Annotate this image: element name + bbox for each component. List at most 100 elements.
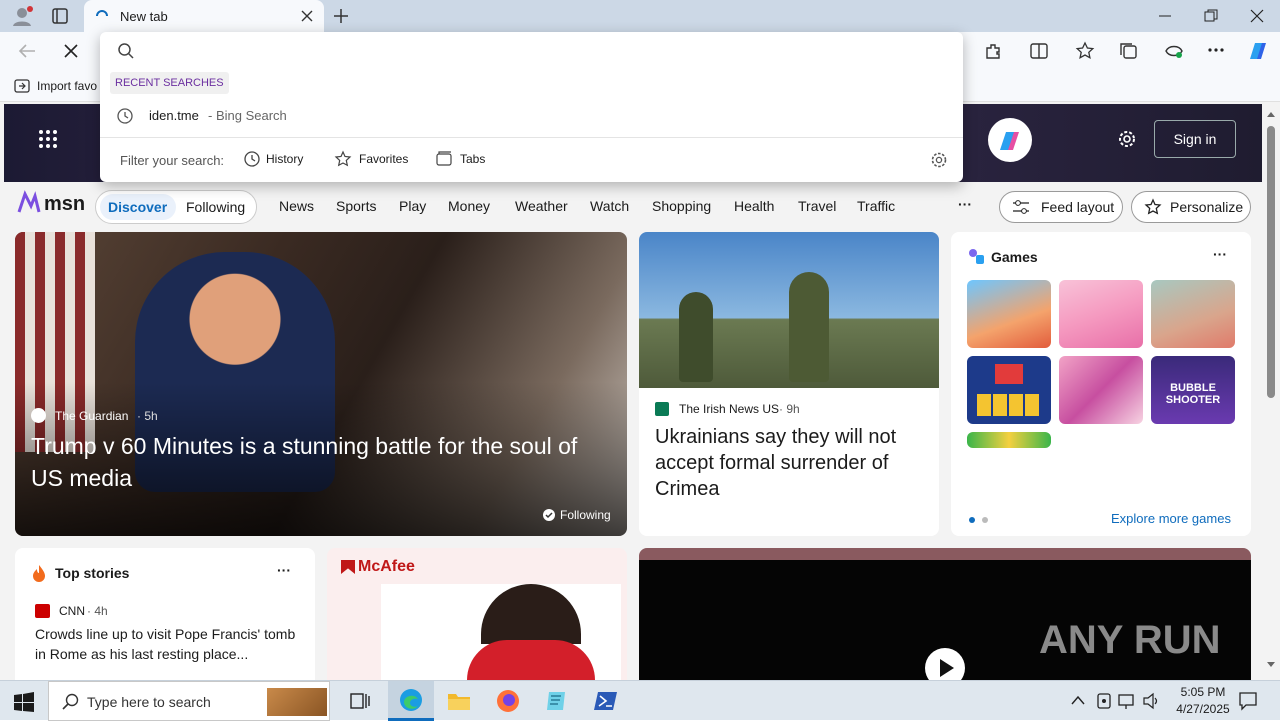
firefox-icon[interactable]	[496, 689, 520, 713]
filter-history[interactable]: History	[243, 150, 303, 168]
recent-search-item[interactable]: iden.tme - Bing Search	[100, 100, 963, 132]
copilot-icon[interactable]	[1245, 39, 1271, 63]
game-tile-4[interactable]	[967, 356, 1051, 424]
new-tab-button[interactable]	[332, 7, 350, 25]
tab-following[interactable]: Following	[186, 199, 245, 215]
clock-date[interactable]: 4/27/2025	[1168, 702, 1238, 716]
scroll-down-icon[interactable]	[1267, 662, 1275, 667]
mcafee-ad-card[interactable]: McAfee	[327, 548, 627, 680]
back-icon[interactable]	[18, 43, 36, 59]
game-tile-3[interactable]	[1151, 280, 1235, 348]
game-tile-7[interactable]	[967, 432, 1051, 448]
taskbar-edge[interactable]	[388, 681, 434, 721]
msn-logo[interactable]	[16, 190, 42, 216]
game-tile-5[interactable]	[1059, 356, 1143, 424]
hero-title[interactable]: Trump v 60 Minutes is a stunning battle …	[31, 430, 611, 494]
clock-time[interactable]: 5:05 PM	[1174, 685, 1232, 699]
profile-icon[interactable]	[10, 5, 34, 27]
nav-money[interactable]: Money	[448, 198, 490, 214]
sign-in-button[interactable]: Sign in	[1154, 120, 1236, 158]
msn-logo-text: msn	[44, 193, 86, 215]
hero-source: The Guardian	[55, 409, 129, 423]
apps-grid-icon[interactable]	[38, 129, 58, 149]
feed-layout-button[interactable]: Feed layout	[999, 191, 1123, 223]
carousel-dot-active[interactable]	[969, 517, 975, 523]
tray-device-icon[interactable]	[1096, 692, 1112, 710]
more-menu-icon[interactable]	[1208, 48, 1224, 52]
notepad-icon[interactable]	[545, 690, 569, 712]
history-icon	[244, 151, 260, 167]
game-tile-2[interactable]	[1059, 280, 1143, 348]
windows-taskbar: Type here to search 5:05 PM 4/27/2025	[0, 680, 1280, 721]
dropdown-settings-icon[interactable]	[930, 151, 948, 169]
browser-essentials-icon[interactable]	[1164, 42, 1184, 60]
game-tile-6[interactable]: BUBBLE SHOOTER	[1151, 356, 1235, 424]
story2-title[interactable]: Ukrainians say they will not accept form…	[655, 424, 925, 502]
address-input[interactable]	[146, 36, 946, 66]
top-stories-more-icon[interactable]: ···	[277, 562, 291, 578]
task-view-icon[interactable]	[350, 691, 370, 711]
copilot-search-button[interactable]	[988, 118, 1032, 162]
games-icon	[967, 248, 985, 264]
restore-icon[interactable]	[1204, 9, 1218, 23]
flame-icon	[31, 564, 47, 582]
personalize-button[interactable]: Personalize	[1131, 191, 1251, 223]
settings-gear-icon[interactable]	[1116, 128, 1138, 150]
carousel-dot[interactable]	[982, 517, 988, 523]
nav-more-icon[interactable]: ···	[958, 196, 972, 212]
filter-history-label: History	[266, 152, 304, 166]
filter-favorites[interactable]: Favorites	[334, 150, 408, 168]
extensions-icon[interactable]	[984, 42, 1002, 60]
close-tab-icon[interactable]	[300, 9, 314, 23]
nav-health[interactable]: Health	[734, 198, 774, 214]
taskbar-search-box[interactable]: Type here to search	[48, 681, 330, 721]
game-tile-1[interactable]	[967, 280, 1051, 348]
nav-watch[interactable]: Watch	[590, 198, 629, 214]
top-story-headline[interactable]: Crowds line up to visit Pope Francis' to…	[35, 624, 300, 664]
nav-sports[interactable]: Sports	[336, 198, 376, 214]
stop-loading-icon[interactable]	[64, 44, 78, 58]
powershell-icon[interactable]	[594, 690, 618, 712]
notifications-icon[interactable]	[1238, 691, 1258, 711]
tab-strip: New tab	[0, 0, 1280, 32]
page-scrollbar[interactable]	[1262, 102, 1280, 680]
history-clock-icon	[116, 107, 134, 125]
split-screen-icon[interactable]	[1030, 42, 1048, 60]
guardian-logo-icon	[31, 408, 46, 423]
tray-chevron-icon[interactable]	[1071, 695, 1085, 705]
nav-play[interactable]: Play	[399, 198, 426, 214]
file-explorer-icon[interactable]	[447, 690, 471, 712]
hero-following-badge[interactable]: Following	[542, 508, 611, 522]
video-card[interactable]: ANY RUN	[639, 548, 1251, 680]
import-favorites-link[interactable]: Import favo	[37, 79, 97, 93]
tab-discover[interactable]: Discover	[108, 199, 167, 215]
edge-icon	[400, 689, 422, 711]
filter-favorites-label: Favorites	[359, 152, 409, 166]
mcafee-logo-icon	[341, 560, 355, 574]
network-icon[interactable]	[1118, 692, 1136, 710]
story-card-ukraine[interactable]: The Irish News US · 9h Ukrainians say th…	[639, 232, 939, 536]
tab-actions-icon[interactable]	[52, 8, 68, 24]
loading-icon	[94, 8, 110, 24]
games-more-icon[interactable]: ···	[1213, 246, 1227, 262]
filter-tabs[interactable]: Tabs	[435, 150, 485, 168]
nav-travel[interactable]: Travel	[798, 198, 836, 214]
taskbar-search-placeholder: Type here to search	[87, 694, 211, 710]
nav-traffic[interactable]: Traffic	[857, 198, 895, 214]
nav-shopping[interactable]: Shopping	[652, 198, 711, 214]
nav-weather[interactable]: Weather	[515, 198, 568, 214]
hero-story-card[interactable]: The Guardian · 5h Trump v 60 Minutes is …	[15, 232, 627, 536]
minimize-icon[interactable]	[1158, 9, 1172, 23]
scroll-up-icon[interactable]	[1267, 112, 1275, 117]
explore-more-games-link[interactable]: Explore more games	[1111, 511, 1231, 526]
scroll-thumb[interactable]	[1267, 126, 1275, 398]
msn-page: Sign in msn Discover Following News Spor…	[0, 102, 1262, 680]
nav-news[interactable]: News	[279, 198, 314, 214]
play-button-icon[interactable]	[925, 648, 965, 680]
collections-icon[interactable]	[1120, 42, 1138, 60]
windows-start-icon[interactable]	[14, 692, 34, 712]
close-window-icon[interactable]	[1250, 9, 1264, 23]
volume-icon[interactable]	[1142, 692, 1160, 710]
tab-new-tab[interactable]: New tab	[84, 0, 324, 32]
favorite-star-icon[interactable]	[1075, 41, 1095, 61]
